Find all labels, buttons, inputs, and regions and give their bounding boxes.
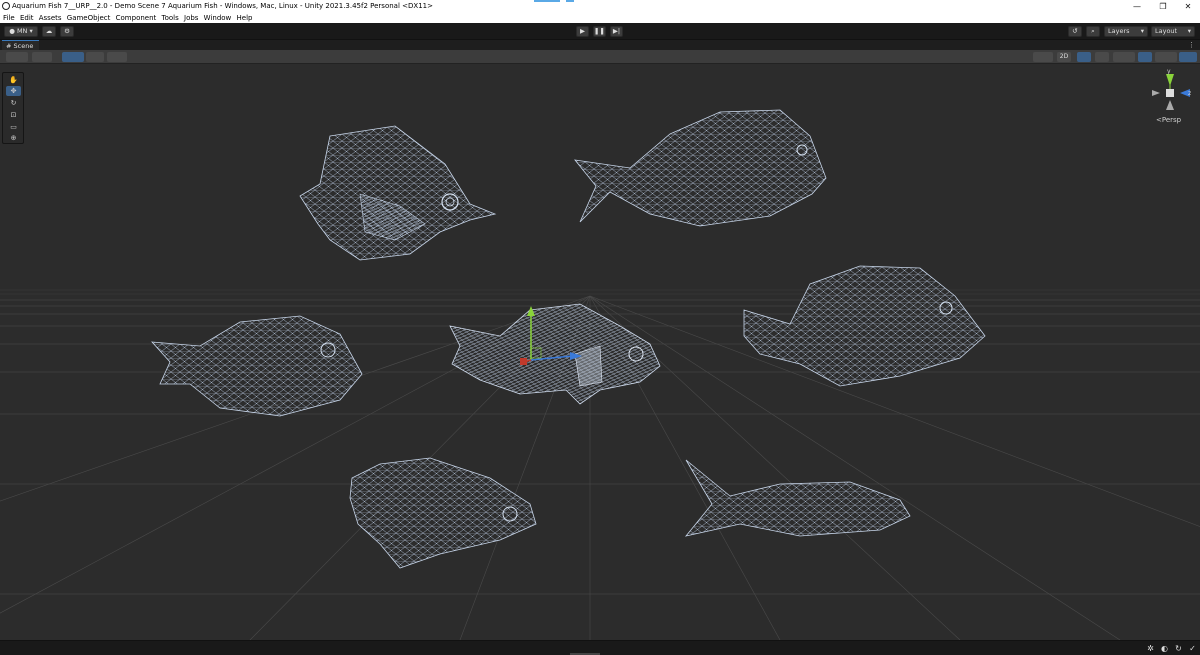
rect-tool[interactable]: ▭ xyxy=(6,122,21,132)
window-title: Aquarium Fish 7__URP__2.0 - Demo Scene 7… xyxy=(12,2,433,10)
scale-tool[interactable]: ⊡ xyxy=(6,110,21,120)
menu-window[interactable]: Window xyxy=(204,13,232,23)
scene-render: y z xyxy=(0,64,1200,640)
chevron-down-icon: ▾ xyxy=(1187,27,1191,35)
search-icon: ⌕ xyxy=(1091,27,1095,35)
menu-gameobject[interactable]: GameObject xyxy=(67,13,111,23)
x-axis-handle[interactable] xyxy=(520,358,527,365)
transform-tools-panel: ✋ ✥ ↻ ⊡ ▭ ⊕ xyxy=(2,72,24,144)
layout-dropdown[interactable]: Layout ▾ xyxy=(1151,26,1195,37)
increment-snap-dropdown[interactable] xyxy=(107,52,127,62)
settings-icon: ⚙ xyxy=(64,27,70,35)
camera-dropdown[interactable] xyxy=(32,52,52,62)
status-bar: ✲ ◐ ↻ ✓ xyxy=(0,640,1200,655)
grid-snap-dropdown[interactable] xyxy=(62,52,84,62)
unity-logo-icon xyxy=(2,2,10,10)
menu-component[interactable]: Component xyxy=(116,13,157,23)
menu-jobs[interactable]: Jobs xyxy=(184,13,198,23)
scene-tab-label: Scene xyxy=(13,42,34,50)
scene-tab-icon: # xyxy=(6,42,12,50)
restore-icon[interactable]: ❐ xyxy=(1150,0,1176,13)
pause-icon: ❚❚ xyxy=(594,27,605,35)
collab-button[interactable]: ⚙ xyxy=(60,26,74,37)
lighting-toggle[interactable] xyxy=(1077,52,1091,62)
chevron-down-icon: ▾ xyxy=(1140,27,1144,35)
scene-toolbar: 2D xyxy=(0,50,1200,64)
check-icon[interactable]: ✓ xyxy=(1188,644,1197,653)
step-button[interactable]: ▶| xyxy=(610,26,623,37)
snap-settings-dropdown[interactable] xyxy=(86,52,104,62)
history-icon: ↺ xyxy=(1072,27,1078,35)
move-tool[interactable]: ✥ xyxy=(6,86,21,96)
transform-tool[interactable]: ⊕ xyxy=(6,133,21,143)
account-label: MN xyxy=(16,27,28,35)
layers-label: Layers xyxy=(1108,27,1130,35)
titlebar-accent-2 xyxy=(566,0,574,2)
step-icon: ▶| xyxy=(612,27,621,35)
history-button[interactable]: ↺ xyxy=(1068,26,1082,37)
rect-icon: ▭ xyxy=(10,123,17,131)
play-button[interactable]: ▶ xyxy=(576,26,589,37)
pause-button[interactable]: ❚❚ xyxy=(593,26,606,37)
play-icon: ▶ xyxy=(580,27,585,35)
menu-help[interactable]: Help xyxy=(237,13,253,23)
refresh-icon[interactable]: ↻ xyxy=(1174,644,1183,653)
scene-tab-bar: # Scene ⋮ xyxy=(0,40,1200,50)
window-titlebar: Aquarium Fish 7__URP__2.0 - Demo Scene 7… xyxy=(0,0,1200,13)
menu-edit[interactable]: Edit xyxy=(20,13,34,23)
projection-toggle[interactable]: <Persp xyxy=(1156,116,1181,124)
layers-dropdown[interactable]: Layers ▾ xyxy=(1104,26,1148,37)
transform-icon: ⊕ xyxy=(10,134,17,142)
tab-scene[interactable]: # Scene xyxy=(2,40,40,50)
camera-settings-dropdown[interactable] xyxy=(1155,52,1177,62)
effects-dropdown[interactable] xyxy=(1113,52,1135,62)
menu-file[interactable]: File xyxy=(3,13,15,23)
scene-viewport[interactable]: y z xyxy=(0,64,1200,640)
progress-icon[interactable]: ◐ xyxy=(1160,644,1169,653)
gizmo-y-label: y xyxy=(1167,68,1171,75)
rotate-icon: ↻ xyxy=(10,99,17,107)
menu-bar: File Edit Assets GameObject Component To… xyxy=(0,13,1200,23)
gizmo-z-label: z xyxy=(1188,90,1191,97)
menu-assets[interactable]: Assets xyxy=(39,13,62,23)
account-icon: ● xyxy=(9,27,15,35)
move-icon: ✥ xyxy=(10,87,17,95)
projection-label: Persp xyxy=(1161,116,1182,124)
account-button[interactable]: ● MN ▾ xyxy=(4,26,38,37)
orientation-dropdown[interactable] xyxy=(1033,52,1053,62)
rotate-tool[interactable]: ↻ xyxy=(6,98,21,108)
scale-icon: ⊡ xyxy=(10,111,17,119)
gizmos-dropdown[interactable] xyxy=(1179,52,1197,62)
audio-toggle[interactable] xyxy=(1095,52,1109,62)
hidden-objects-toggle[interactable] xyxy=(1138,52,1152,62)
hand-icon: ✋ xyxy=(9,76,18,84)
close-icon[interactable]: ✕ xyxy=(1175,0,1200,13)
layout-label: Layout xyxy=(1155,27,1178,35)
cloud-button[interactable]: ☁ xyxy=(42,26,56,37)
titlebar-accent xyxy=(534,0,560,2)
search-button[interactable]: ⌕ xyxy=(1086,26,1100,37)
mode-2d-button[interactable]: 2D xyxy=(1057,52,1071,62)
tab-menu-icon[interactable]: ⋮ xyxy=(1188,40,1195,50)
menu-tools[interactable]: Tools xyxy=(162,13,179,23)
debug-icon[interactable]: ✲ xyxy=(1146,644,1155,653)
hand-tool[interactable]: ✋ xyxy=(6,75,21,85)
cloud-icon: ☁ xyxy=(45,27,53,35)
main-toolbar: ● MN ▾ ☁ ⚙ ▶ ❚❚ ▶| ↺ ⌕ Layers ▾ Layout ▾ xyxy=(0,23,1200,40)
minimize-icon[interactable]: — xyxy=(1124,0,1150,13)
draw-mode-dropdown[interactable] xyxy=(6,52,28,62)
